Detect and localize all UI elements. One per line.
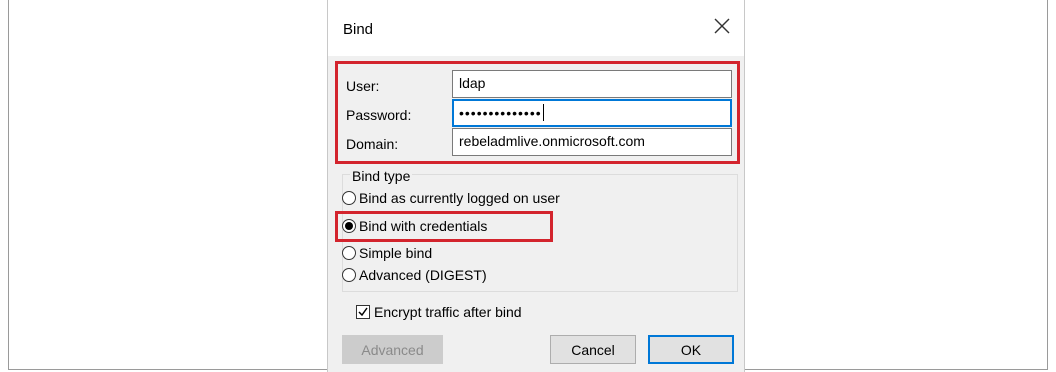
- bind-dialog: Bind User: ldap Password: ••••••••••••••…: [327, 0, 745, 372]
- cancel-button[interactable]: Cancel: [550, 335, 636, 364]
- radio-icon: [342, 191, 356, 205]
- radio-icon: [342, 246, 356, 260]
- encrypt-traffic-checkbox[interactable]: Encrypt traffic after bind: [356, 304, 522, 320]
- radio-simple-bind[interactable]: Simple bind: [342, 245, 432, 261]
- ok-button[interactable]: OK: [648, 335, 734, 364]
- bind-type-legend: Bind type: [350, 168, 413, 184]
- radio-bind-current-user[interactable]: Bind as currently logged on user: [342, 190, 560, 206]
- advanced-button[interactable]: Advanced: [342, 335, 443, 364]
- close-icon[interactable]: [710, 14, 734, 38]
- title-bar: Bind: [328, 0, 744, 56]
- credentials-highlight-box: [335, 61, 740, 164]
- radio-label: Advanced (DIGEST): [359, 267, 487, 283]
- dialog-title: Bind: [343, 21, 374, 38]
- bind-with-credentials-highlight-box: [335, 211, 553, 242]
- radio-label: Bind as currently logged on user: [359, 190, 560, 206]
- radio-icon: [342, 268, 356, 282]
- radio-advanced-digest[interactable]: Advanced (DIGEST): [342, 267, 487, 283]
- checkbox-checked-icon: [356, 305, 370, 319]
- radio-label: Simple bind: [359, 245, 433, 261]
- encrypt-label: Encrypt traffic after bind: [374, 304, 522, 320]
